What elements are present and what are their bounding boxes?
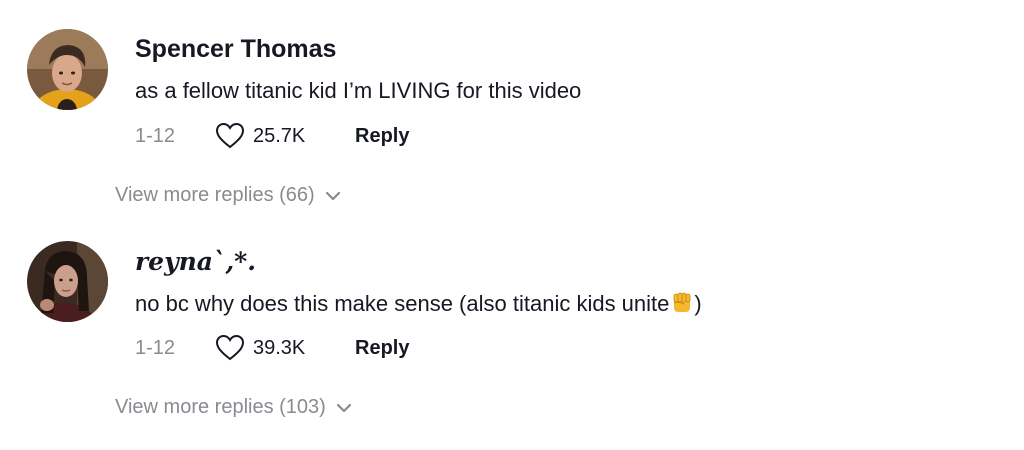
view-more-label: View more replies (103)	[115, 396, 326, 418]
comment-text-end: )	[694, 291, 702, 316]
chevron-down-icon	[336, 403, 351, 412]
comment-meta: 1-12 39.3K Reply	[135, 333, 409, 363]
like-count: 39.3K	[253, 336, 306, 359]
reply-button[interactable]: Reply	[355, 337, 409, 360]
view-more-replies-button[interactable]: View more replies (103)	[115, 396, 352, 419]
comment-item: reyna`,*. no bc why does this make sense…	[0, 0, 1024, 450]
like-button[interactable]: 39.3K	[215, 334, 355, 362]
heart-icon	[215, 334, 245, 361]
raised-fist-icon	[673, 292, 691, 312]
avatar[interactable]	[27, 241, 108, 322]
username[interactable]: reyna`,*.	[135, 247, 256, 276]
comment-text: no bc why does this make sense (also tit…	[135, 290, 702, 317]
comment-date: 1-12	[135, 336, 176, 359]
comment-text-body: no bc why does this make sense (also tit…	[135, 291, 670, 316]
